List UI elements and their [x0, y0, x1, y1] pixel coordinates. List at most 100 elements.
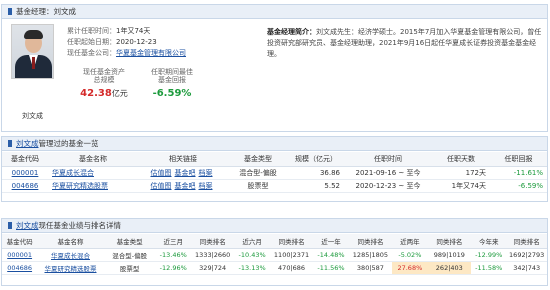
- tenure-period: 2020-12-23 ~ 至今: [344, 179, 432, 193]
- rank-3m: 329|724: [190, 261, 235, 275]
- column-header: 相关链接: [138, 152, 228, 167]
- rank-ytd: 342|743: [506, 261, 547, 275]
- return-2y: -5.02%: [392, 248, 428, 262]
- funds-managed-table: 基金代码 基金名称 相关链接 基金类型 规模（亿元） 任职时间 任职天数 任职回…: [2, 152, 547, 193]
- return-ytd: -11.58%: [471, 261, 507, 275]
- performance-panel: 刘文成现任基金业绩与排名详情 基金代码 基金名称 基金类型 近三月 同类排名 近…: [1, 218, 548, 286]
- table-row: 004686 华夏研究精选股票 估值图 基金吧 档案 股票型 5.52 2020-1…: [2, 179, 547, 193]
- table-row: 004686 华夏研究精选股票 股票型 -12.96% 329|724 -13.…: [2, 261, 547, 275]
- funds-managed-header: 刘文成管理过的基金一览: [2, 137, 547, 151]
- best-return-label-2: 基金回报: [158, 76, 186, 84]
- column-header: 规模（亿元）: [288, 152, 344, 167]
- column-header: 基金类型: [103, 234, 156, 249]
- fund-scale: 36.86: [288, 166, 344, 180]
- fund-name-link[interactable]: 华夏研究精选股票: [52, 182, 108, 190]
- tenure-return: -11.61%: [490, 166, 547, 180]
- column-header: 近一年: [313, 234, 349, 249]
- column-header: 任职回报: [490, 152, 547, 167]
- intro-label: 基金经理简介：: [267, 28, 316, 36]
- manager-photo: [11, 24, 54, 79]
- fund-type: 混合型-偏股: [228, 166, 288, 180]
- valuation-chart-link[interactable]: 估值图: [151, 182, 172, 190]
- company-label: 现任基金公司：: [67, 49, 116, 57]
- rank-6m: 1100|2371: [269, 248, 314, 262]
- column-header: 任职天数: [432, 152, 490, 167]
- valuation-chart-link[interactable]: 估值图: [151, 169, 172, 177]
- fund-code-link[interactable]: 000001: [12, 169, 39, 177]
- table-row: 000001 华夏成长混合 混合型-偏股 -13.46% 1333|2660 -…: [2, 248, 547, 262]
- column-header: 基金代码: [2, 234, 38, 249]
- total-scale-unit: 亿元: [111, 89, 128, 98]
- manager-header: 基金经理：刘文成: [2, 5, 547, 19]
- return-2y: 27.68%: [392, 261, 428, 275]
- funds-managed-panel: 刘文成管理过的基金一览 基金代码 基金名称 相关链接 基金类型 规模（亿元） 任…: [1, 136, 548, 202]
- column-header: 基金名称: [48, 152, 138, 167]
- tenure-days: 172天: [432, 166, 490, 180]
- start-date-row: 任职起始日期：2020-12-23: [67, 37, 157, 48]
- return-6m: -10.43%: [234, 248, 270, 262]
- column-header: 基金代码: [2, 152, 48, 167]
- best-return-value: -6.59%: [152, 88, 192, 99]
- rank-1y: 1285|1805: [348, 248, 393, 262]
- column-header: 同类排名: [190, 234, 235, 249]
- start-date-value: 2020-12-23: [116, 38, 157, 46]
- table-row: 000001 华夏成长混合 估值图 基金吧 档案 混合型-偏股 36.86 2021…: [2, 166, 547, 180]
- tenure-value: 1年又74天: [116, 27, 151, 35]
- return-6m: -13.13%: [234, 261, 270, 275]
- fund-type: 股票型: [228, 179, 288, 193]
- tenure-row: 累计任职时间：1年又74天: [67, 26, 150, 37]
- return-ytd: -12.99%: [471, 248, 507, 262]
- column-header: 同类排名: [506, 234, 547, 249]
- column-header: 近六月: [234, 234, 270, 249]
- best-return-label-1: 任职期间最佳: [151, 68, 193, 76]
- total-scale-stat: 现任基金资产 总规模 42.38亿元: [74, 68, 134, 99]
- return-3m: -13.46%: [155, 248, 191, 262]
- tenure-return: -6.59%: [490, 179, 547, 193]
- column-header: 近三月: [155, 234, 191, 249]
- header-marker-icon: [8, 222, 12, 229]
- fund-code-link[interactable]: 004686: [12, 182, 39, 190]
- performance-manager-link[interactable]: 刘文成: [16, 221, 39, 230]
- best-return-stat: 任职期间最佳 基金回报 -6.59%: [142, 68, 202, 99]
- manager-panel: 基金经理：刘文成 刘文成 累计任职时间：1年又74天 任职起始日期：2020-1…: [1, 4, 548, 132]
- funds-managed-title: 管理过的基金一览: [38, 139, 99, 148]
- fund-forum-link[interactable]: 基金吧: [175, 182, 196, 190]
- total-scale-value: 42.38: [80, 88, 112, 99]
- rank-6m: 470|686: [269, 261, 314, 275]
- tenure-period: 2021-09-16 ~ 至今: [344, 166, 432, 180]
- fund-archive-link[interactable]: 档案: [199, 182, 213, 190]
- fund-type: 混合型-偏股: [103, 248, 156, 262]
- fund-name-link[interactable]: 华夏成长混合: [52, 169, 94, 177]
- fund-code-link[interactable]: 004686: [7, 264, 32, 272]
- fund-scale: 5.52: [288, 179, 344, 193]
- manager-header-name: 刘文成: [53, 7, 77, 16]
- manager-header-label: 基金经理：: [16, 7, 54, 16]
- rank-2y: 989|1019: [427, 248, 472, 262]
- return-3m: -12.96%: [155, 261, 191, 275]
- return-1y: -14.48%: [313, 248, 349, 262]
- fund-archive-link[interactable]: 档案: [199, 169, 213, 177]
- fund-forum-link[interactable]: 基金吧: [175, 169, 196, 177]
- column-header: 同类排名: [269, 234, 314, 249]
- manager-photo-name: 刘文成: [22, 112, 43, 120]
- header-marker-icon: [8, 8, 12, 15]
- fund-code-link[interactable]: 000001: [7, 251, 32, 259]
- company-row: 现任基金公司：华夏基金管理有限公司: [67, 48, 186, 59]
- fund-name-link[interactable]: 华夏研究精选股票: [45, 265, 97, 273]
- company-link[interactable]: 华夏基金管理有限公司: [116, 49, 186, 57]
- performance-header-row: 基金代码 基金名称 基金类型 近三月 同类排名 近六月 同类排名 近一年 同类排…: [2, 234, 547, 249]
- column-header: 近两年: [392, 234, 428, 249]
- fund-name-link[interactable]: 华夏成长混合: [51, 252, 90, 260]
- rank-1y: 380|587: [348, 261, 393, 275]
- total-scale-label-1: 现任基金资产: [83, 68, 125, 76]
- rank-2y: 262|403: [427, 261, 472, 275]
- column-header: 基金名称: [37, 234, 104, 249]
- header-marker-icon: [8, 140, 12, 147]
- return-1y: -11.56%: [313, 261, 349, 275]
- funds-managed-manager-link[interactable]: 刘文成: [16, 139, 39, 148]
- fund-type: 股票型: [103, 261, 156, 275]
- tenure-label: 累计任职时间：: [67, 27, 116, 35]
- funds-managed-header-row: 基金代码 基金名称 相关链接 基金类型 规模（亿元） 任职时间 任职天数 任职回…: [2, 152, 547, 167]
- start-date-label: 任职起始日期：: [67, 38, 116, 46]
- performance-title: 现任基金业绩与排名详情: [38, 221, 122, 230]
